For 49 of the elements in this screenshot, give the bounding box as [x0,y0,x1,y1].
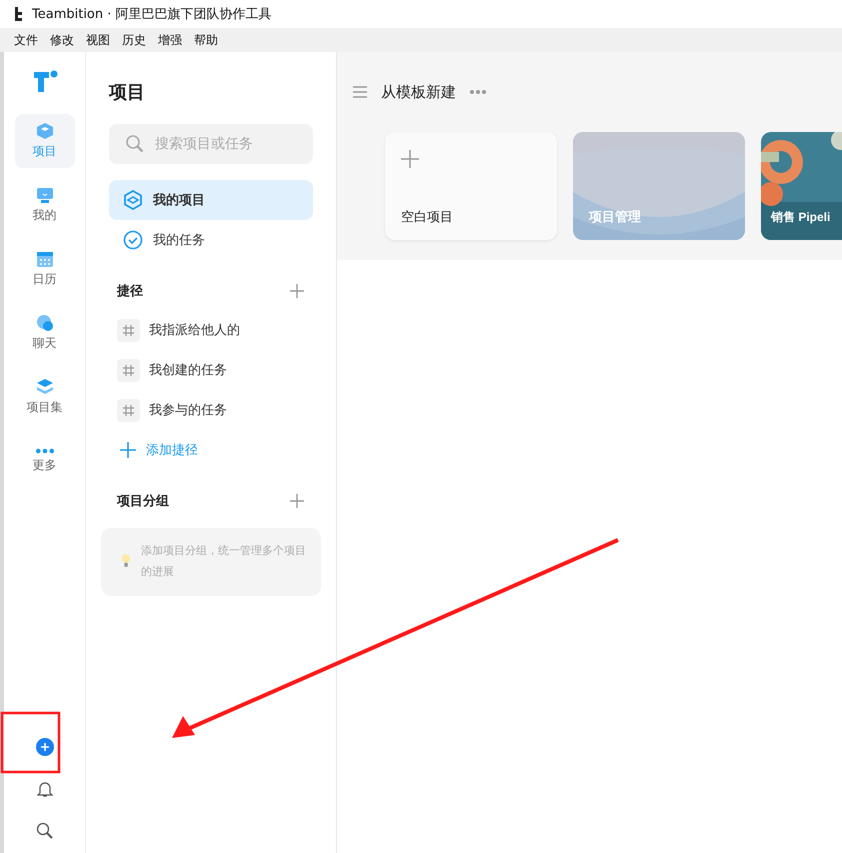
app-logo [32,70,58,94]
hash-icon [117,318,140,342]
chat-icon [36,314,54,332]
bell-icon[interactable] [36,780,52,798]
check-circle-icon [123,230,143,250]
rail-tab[interactable]: 聊天 [14,306,74,360]
rail-tab[interactable]: 日历 [14,242,74,296]
lightbulb-icon [121,552,132,570]
menu-icon [353,86,367,98]
panel-title: 项目 [109,81,146,104]
more-icon [470,90,486,94]
add-button[interactable] [36,738,54,756]
app-logo-icon [14,7,24,21]
search-icon[interactable] [36,822,53,839]
highlight-frame [0,712,60,774]
section-title: 项目分组 [117,493,169,510]
menu-item[interactable]: 修改 [44,32,80,48]
layers-icon [36,378,54,396]
template-card[interactable]: 销售 Pipeli [761,132,842,240]
menu-item[interactable]: 视图 [80,32,116,48]
plus-icon[interactable] [290,284,304,298]
section-title: 捷径 [117,283,143,300]
plus-icon[interactable] [290,494,304,508]
rail-tab[interactable]: 我的 [14,178,74,232]
nav-item[interactable]: 我的任务 [109,220,313,260]
cube-icon [36,122,54,140]
hash-icon [117,398,140,422]
hash-icon [117,358,140,382]
nav-item[interactable]: 我的项目 [109,180,313,220]
search-field[interactable]: 搜索项目或任务 [109,124,313,164]
section-title: 从模板新建 [381,82,456,102]
plus-icon [401,150,419,168]
more-icon [36,448,54,454]
rail-tab[interactable]: 更多 [14,434,74,488]
window-title: Teambition · 阿里巴巴旗下团队协作工具 [32,6,272,23]
menu-item[interactable]: 帮助 [188,32,224,48]
menu-item[interactable]: 增强 [152,32,188,48]
layers-icon [123,190,143,210]
menu-item[interactable]: 文件 [8,32,44,48]
menu-item[interactable]: 历史 [116,32,152,48]
monitor-icon [36,186,54,204]
hint-text: 添加项目分组，统一管理多个项目的进展 [141,543,308,580]
blank-project-card[interactable]: 空白项目 [385,132,557,240]
calendar-icon [36,250,54,268]
plus-icon [120,442,136,458]
shortcut-item[interactable]: 我创建的任务 [149,361,227,379]
rail-tab[interactable]: 项目集 [14,370,74,424]
shortcut-item[interactable]: 我指派给他人的 [149,321,240,339]
shortcut-item[interactable]: 我参与的任务 [149,401,227,419]
